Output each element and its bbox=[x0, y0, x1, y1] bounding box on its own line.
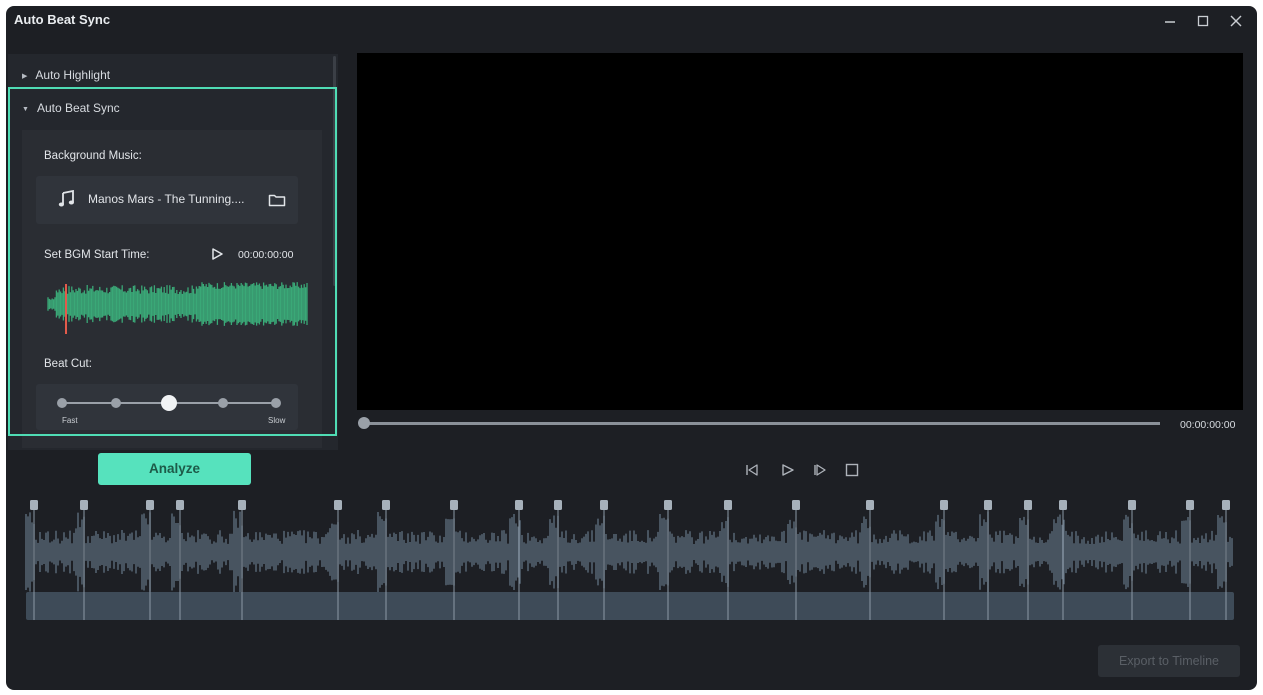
next-frame-icon[interactable] bbox=[812, 462, 828, 478]
beat-marker[interactable] bbox=[724, 500, 732, 510]
playback-timecode: 00:00:00:00 bbox=[1180, 419, 1236, 431]
beat-marker[interactable] bbox=[866, 500, 874, 510]
beat-marker[interactable] bbox=[792, 500, 800, 510]
beat-marker[interactable] bbox=[146, 500, 154, 510]
bgm-start-time-label: Set BGM Start Time: bbox=[44, 249, 150, 261]
folder-icon[interactable] bbox=[268, 192, 286, 208]
beat-marker[interactable] bbox=[1024, 500, 1032, 510]
beat-cut-label: Beat Cut: bbox=[44, 358, 92, 370]
section-auto-highlight[interactable]: ▶ Auto Highlight bbox=[22, 68, 110, 82]
beat-cut-slider[interactable]: Fast Slow bbox=[36, 384, 298, 430]
beat-cut-step[interactable] bbox=[57, 398, 67, 408]
music-file-name: Manos Mars - The Tunning.... bbox=[88, 192, 245, 206]
beat-marker[interactable] bbox=[554, 500, 562, 510]
video-preview bbox=[357, 53, 1243, 410]
close-icon bbox=[1230, 15, 1242, 27]
playback-progress-bar[interactable] bbox=[360, 422, 1160, 425]
fast-label: Fast bbox=[62, 416, 78, 425]
clip-strip[interactable] bbox=[26, 592, 1234, 620]
bgm-waveform-bars bbox=[47, 282, 308, 326]
minimize-icon bbox=[1165, 21, 1175, 23]
beat-marker[interactable] bbox=[940, 500, 948, 510]
play-icon[interactable] bbox=[210, 247, 224, 261]
beat-marker[interactable] bbox=[382, 500, 390, 510]
beat-marker[interactable] bbox=[1222, 500, 1230, 510]
beat-marker[interactable] bbox=[238, 500, 246, 510]
beat-cut-step[interactable] bbox=[217, 398, 228, 408]
play-icon[interactable] bbox=[780, 462, 796, 478]
beat-cut-step[interactable] bbox=[271, 398, 281, 408]
beat-marker[interactable] bbox=[450, 500, 458, 510]
bgm-waveform[interactable] bbox=[36, 272, 310, 336]
music-note-icon bbox=[58, 190, 74, 207]
beat-cut-handle[interactable] bbox=[161, 395, 177, 411]
stop-icon[interactable] bbox=[844, 462, 860, 478]
maximize-icon bbox=[1197, 15, 1209, 27]
music-picker[interactable]: Manos Mars - The Tunning.... bbox=[36, 176, 298, 224]
section-auto-beat-sync[interactable]: ▼ Auto Beat Sync bbox=[22, 101, 120, 115]
bgm-start-time-value: 00:00:00:00 bbox=[238, 249, 294, 261]
beat-marker[interactable] bbox=[515, 500, 523, 510]
export-to-timeline-button[interactable]: Export to Timeline bbox=[1098, 645, 1240, 677]
beat-marker[interactable] bbox=[176, 500, 184, 510]
collapsed-triangle-icon: ▶ bbox=[22, 73, 28, 80]
maximize-button[interactable] bbox=[1191, 10, 1215, 32]
beat-marker[interactable] bbox=[1059, 500, 1067, 510]
title-bar: Auto Beat Sync bbox=[6, 6, 1257, 36]
beat-marker[interactable] bbox=[334, 500, 342, 510]
window-title: Auto Beat Sync bbox=[14, 12, 111, 27]
close-button[interactable] bbox=[1224, 10, 1248, 32]
beat-marker[interactable] bbox=[664, 500, 672, 510]
section-label: Auto Beat Sync bbox=[36, 101, 120, 115]
beat-marker[interactable] bbox=[80, 500, 88, 510]
analyze-button[interactable]: Analyze bbox=[98, 453, 251, 485]
section-label: Auto Highlight bbox=[35, 68, 111, 82]
prev-frame-icon[interactable] bbox=[744, 462, 760, 478]
beat-marker[interactable] bbox=[984, 500, 992, 510]
beat-timeline-waveform[interactable] bbox=[24, 492, 1236, 620]
beat-cut-step[interactable] bbox=[110, 398, 121, 408]
beat-marker[interactable] bbox=[30, 500, 38, 510]
playback-progress-knob[interactable] bbox=[358, 417, 370, 429]
minimize-button[interactable] bbox=[1158, 10, 1182, 32]
beat-marker[interactable] bbox=[1186, 500, 1194, 510]
expanded-triangle-icon: ▼ bbox=[22, 106, 29, 113]
background-music-label: Background Music: bbox=[44, 150, 142, 162]
beat-marker[interactable] bbox=[1128, 500, 1136, 510]
slow-label: Slow bbox=[268, 416, 286, 425]
timeline-waveform-bars bbox=[25, 510, 1233, 594]
beat-marker[interactable] bbox=[600, 500, 608, 510]
